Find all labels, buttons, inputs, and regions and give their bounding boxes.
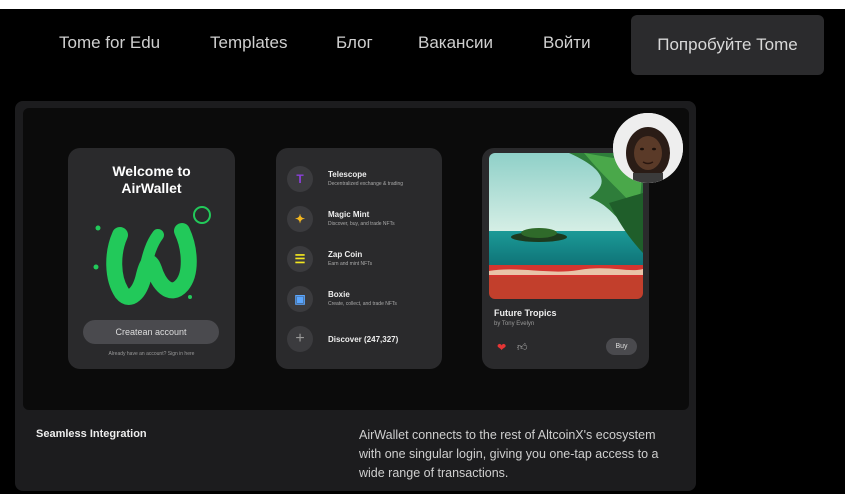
welcome-title: Welcome to AirWallet bbox=[68, 163, 235, 197]
app-name: Boxie bbox=[328, 290, 350, 299]
plus-icon: + bbox=[287, 326, 313, 352]
app-description: Earn and mint NFTs bbox=[328, 261, 373, 267]
nav-blog[interactable]: Блог bbox=[336, 33, 373, 53]
nft-card: Future Tropics by Tony Evelyn ❤ 👍︎ Buy bbox=[482, 148, 649, 369]
feature-description: AirWallet connects to the rest of Altcoi… bbox=[359, 428, 659, 480]
presenter-video-icon bbox=[613, 113, 683, 183]
list-item[interactable]: T Telescope Decentralized exchange & tra… bbox=[287, 166, 437, 192]
nav-templates[interactable]: Templates bbox=[210, 33, 287, 53]
browser-top-strip bbox=[0, 0, 845, 9]
nft-author: by Tony Evelyn bbox=[494, 321, 535, 327]
app-description: Create, collect, and trade NFTs bbox=[328, 301, 397, 307]
welcome-line-2: AirWallet bbox=[121, 180, 182, 196]
presenter-avatar bbox=[613, 113, 683, 183]
discover-label: Discover (247,327) bbox=[328, 335, 399, 344]
magic-mint-icon: ✦ bbox=[287, 206, 313, 232]
nft-title: Future Tropics bbox=[494, 308, 557, 318]
sign-in-link[interactable]: Already have an account? Sign in here bbox=[68, 351, 235, 357]
discover-item[interactable]: + Discover (247,327) bbox=[287, 326, 437, 352]
thumbs-up-icon[interactable]: 👍︎ bbox=[517, 341, 527, 353]
app-name: Zap Coin bbox=[328, 250, 363, 259]
create-account-button[interactable]: Createan account bbox=[83, 320, 219, 344]
zap-coin-icon: ☰ bbox=[287, 246, 313, 272]
welcome-card: Welcome to AirWallet Createan account Al… bbox=[68, 148, 235, 369]
app-description: Decentralized exchange & trading bbox=[328, 181, 404, 187]
boxie-icon: ▣ bbox=[287, 286, 313, 312]
nav-login[interactable]: Войти bbox=[543, 33, 591, 53]
airwallet-logo-icon bbox=[93, 206, 211, 305]
apps-card: T Telescope Decentralized exchange & tra… bbox=[276, 148, 442, 369]
telescope-icon: T bbox=[287, 166, 313, 192]
heart-icon[interactable]: ❤ bbox=[497, 341, 506, 354]
nav-tome-for-edu[interactable]: Tome for Edu bbox=[59, 33, 160, 53]
welcome-line-1: Welcome to bbox=[112, 163, 191, 179]
nav-vacancies[interactable]: Вакансии bbox=[418, 33, 493, 53]
try-tome-button[interactable]: Попробуйте Tome bbox=[631, 15, 824, 75]
app-name: Magic Mint bbox=[328, 210, 370, 219]
list-item[interactable]: ✦ Magic Mint Discover, buy, and trade NF… bbox=[287, 206, 437, 232]
feature-title: Seamless Integration bbox=[36, 428, 147, 440]
buy-button[interactable]: Buy bbox=[606, 338, 637, 355]
list-item[interactable]: ▣ Boxie Create, collect, and trade NFTs bbox=[287, 286, 437, 312]
list-item[interactable]: ☰ Zap Coin Earn and mint NFTs bbox=[287, 246, 437, 272]
app-name: Telescope bbox=[328, 170, 367, 179]
nft-artwork[interactable] bbox=[489, 153, 643, 299]
app-description: Discover, buy, and trade NFTs bbox=[328, 221, 395, 227]
